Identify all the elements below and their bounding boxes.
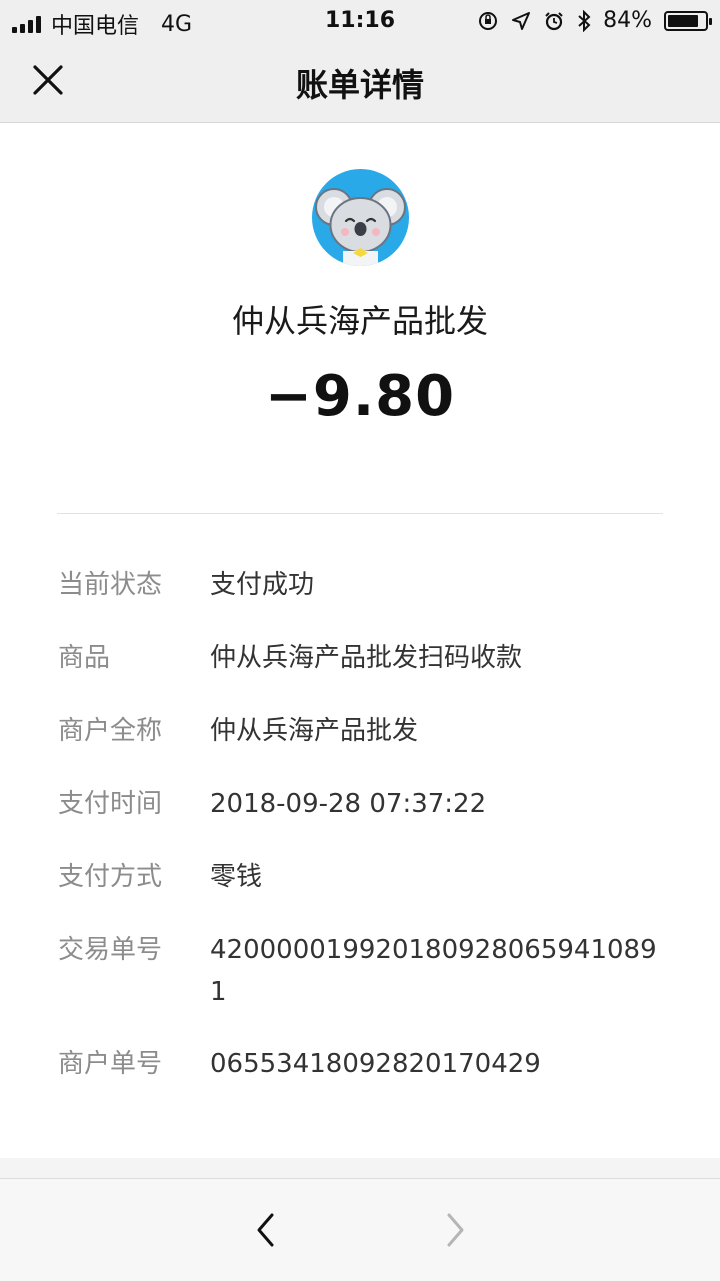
koala-avatar-icon xyxy=(315,188,406,266)
transaction-amount: −9.80 xyxy=(264,364,456,429)
battery-fill xyxy=(668,14,699,27)
merchant-avatar xyxy=(312,169,409,266)
page-title: 账单详情 xyxy=(295,66,424,104)
separator-band xyxy=(0,1158,720,1178)
status-bar: 中国电信 4G 11:16 84% xyxy=(0,0,720,40)
alarm-icon xyxy=(545,11,563,30)
nav-bar: 账单详情 xyxy=(0,40,720,123)
detail-label: 当前状态 xyxy=(58,570,163,600)
detail-value[interactable]: 06553418092820170429 xyxy=(210,1043,668,1085)
detail-value: 零钱 xyxy=(210,862,263,892)
detail-label: 支付方式 xyxy=(58,862,163,892)
detail-value[interactable]: 4200000199201809280659410891 xyxy=(210,929,668,1013)
detail-value: 仲从兵海产品批发 xyxy=(210,716,419,746)
merchant-name: 仲从兵海产品批发 xyxy=(231,302,488,340)
bluetooth-icon xyxy=(578,9,591,32)
detail-label: 商品 xyxy=(58,643,111,673)
bottom-toolbar xyxy=(0,1178,720,1281)
battery-icon xyxy=(664,10,712,31)
detail-label: 商户全称 xyxy=(58,716,163,746)
detail-value: 仲从兵海产品批发扫码收款 xyxy=(210,643,523,673)
chevron-right-icon xyxy=(447,1213,464,1247)
detail-label: 商户单号 xyxy=(58,1049,163,1079)
detail-label: 支付时间 xyxy=(58,789,163,819)
back-button[interactable] xyxy=(248,1209,284,1251)
detail-label: 交易单号 xyxy=(58,935,163,965)
divider xyxy=(57,513,663,514)
chevron-left-icon xyxy=(257,1213,274,1247)
forward-button[interactable] xyxy=(437,1209,473,1251)
battery-percent: 84% xyxy=(603,8,652,33)
detail-value: 2018-09-28 07:37:22 xyxy=(210,789,487,819)
orientation-lock-icon xyxy=(479,11,498,30)
location-icon xyxy=(512,11,531,30)
detail-value: 支付成功 xyxy=(210,570,315,600)
status-right: 84% xyxy=(477,8,712,33)
